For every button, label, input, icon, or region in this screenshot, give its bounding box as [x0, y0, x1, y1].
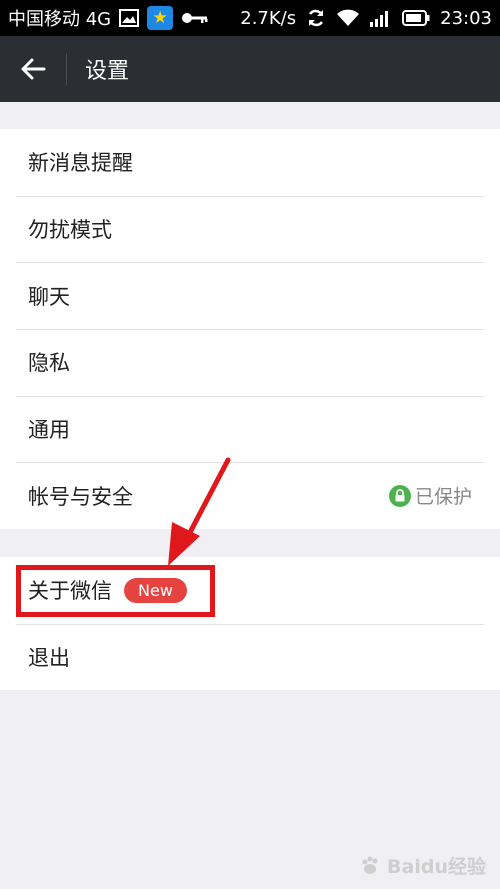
back-arrow-icon [21, 58, 46, 80]
setting-account-security[interactable]: 帐号与安全 已保护 [0, 462, 500, 529]
sync-icon [306, 8, 326, 28]
clock: 23:03 [440, 7, 492, 29]
setting-label: 聊天 [28, 284, 70, 309]
key-icon [181, 11, 209, 25]
title-bar: 设置 [0, 36, 500, 102]
setting-privacy[interactable]: 隐私 [0, 329, 500, 396]
setting-do-not-disturb[interactable]: 勿扰模式 [0, 195, 500, 263]
watermark-text: Baidu经验 [387, 856, 486, 878]
paw-icon [362, 856, 378, 874]
setting-label: 新消息提醒 [28, 151, 133, 176]
setting-label: 隐私 [28, 351, 70, 376]
carrier-label: 中国移动 4G [8, 9, 112, 30]
image-notification-icon [119, 9, 140, 27]
star-app-icon: ★ [147, 6, 174, 30]
setting-label: 勿扰模式 [28, 218, 112, 243]
wifi-icon [336, 9, 360, 27]
setting-label: 通用 [28, 418, 70, 443]
status-bar: 中国移动 4G ★ 2.7K/s 23:03 [0, 0, 500, 36]
protection-status: 已保护 [388, 482, 472, 509]
setting-chat[interactable]: 聊天 [0, 262, 500, 329]
baidu-watermark: Baidu经验 [359, 852, 486, 879]
setting-label: 退出 [28, 646, 70, 671]
back-button[interactable] [0, 36, 66, 102]
setting-label: 帐号与安全 [28, 484, 133, 509]
annotation-highlight-box [16, 565, 215, 617]
battery-icon [402, 10, 430, 26]
signal-icon [370, 9, 392, 27]
setting-new-message-alerts[interactable]: 新消息提醒 [0, 129, 500, 196]
lock-icon [388, 484, 411, 507]
page-title: 设置 [85, 59, 130, 84]
network-speed: 2.7K/s [240, 7, 297, 29]
settings-group-main: 新消息提醒 勿扰模式 聊天 隐私 通用 帐号与安全 已保护 [0, 129, 500, 530]
setting-logout[interactable]: 退出 [0, 623, 500, 691]
protection-status-label: 已保护 [414, 486, 472, 509]
title-divider [66, 53, 67, 85]
setting-general[interactable]: 通用 [0, 395, 500, 463]
